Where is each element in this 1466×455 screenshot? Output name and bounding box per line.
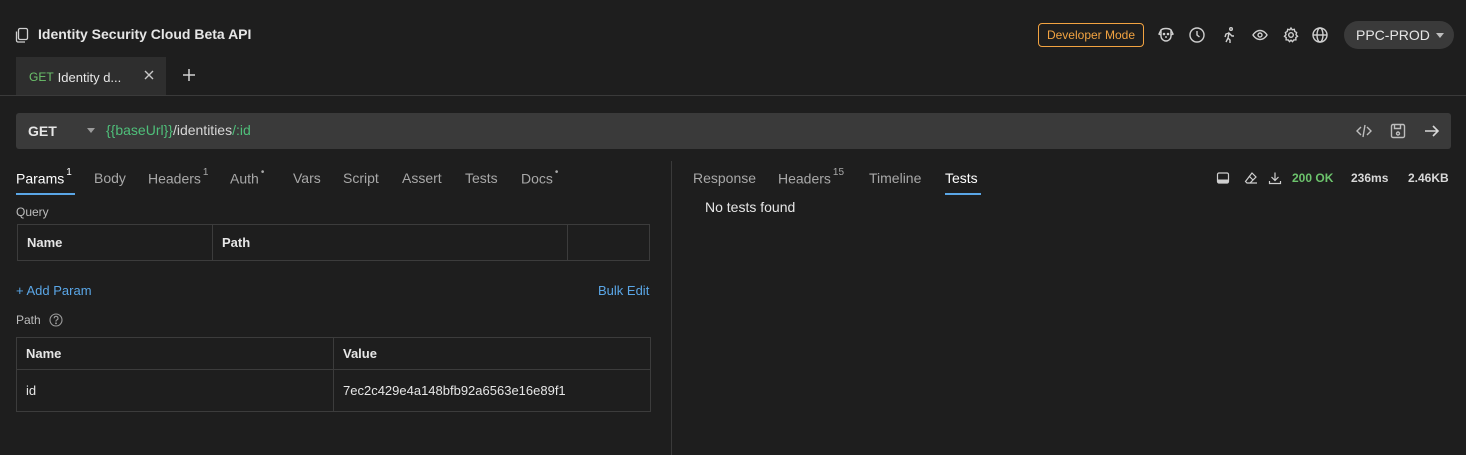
tab-docs[interactable]: Docs •	[521, 167, 559, 187]
tab-timeline[interactable]: Timeline	[869, 170, 921, 186]
tab-method: GET	[29, 70, 54, 84]
column-header: Name	[17, 224, 213, 261]
developer-mode-badge[interactable]: Developer Mode	[1038, 23, 1144, 47]
history-icon[interactable]	[1188, 26, 1206, 44]
environment-name: PPC-PROD	[1356, 27, 1430, 43]
tab-body[interactable]: Body	[94, 170, 126, 186]
tab-tests[interactable]: Tests	[465, 170, 498, 186]
url-path: /identities	[172, 122, 233, 138]
download-icon[interactable]	[1268, 171, 1282, 185]
code-icon[interactable]	[1355, 122, 1373, 140]
column-header	[567, 224, 650, 261]
collection-icon	[14, 27, 30, 43]
empty-tests-message: No tests found	[705, 199, 796, 215]
query-params-table: Name Path	[17, 224, 650, 261]
status-code: 200 OK	[1292, 171, 1334, 185]
tab-script[interactable]: Script	[343, 170, 379, 186]
send-arrow-icon[interactable]	[1423, 122, 1441, 140]
tab-headers[interactable]: Headers 1	[148, 167, 209, 187]
active-tab-underline	[16, 193, 75, 195]
collection-title: Identity Security Cloud Beta API	[38, 26, 252, 42]
path-params-table: Name Value id 7ec2c429e4a148bfb92a6563e1…	[16, 337, 651, 412]
globe-icon[interactable]	[1311, 26, 1329, 44]
tab-docs-label: Docs	[521, 170, 553, 187]
eye-icon[interactable]	[1251, 26, 1269, 44]
add-param-button[interactable]: + Add Param	[16, 283, 92, 298]
auth-dot: •	[260, 167, 265, 178]
headers-count: 1	[202, 167, 209, 178]
bulk-edit-button[interactable]: Bulk Edit	[598, 283, 649, 298]
response-headers-count: 15	[832, 167, 845, 178]
new-tab-plus-icon[interactable]	[181, 67, 197, 83]
response-size: 2.46KB	[1408, 171, 1449, 185]
tab-headers-label: Headers	[148, 170, 201, 187]
gear-icon[interactable]	[1282, 26, 1300, 44]
path-section-label: Path	[16, 313, 41, 327]
url-path-param: /:id	[232, 122, 251, 138]
eraser-icon[interactable]	[1244, 171, 1258, 185]
column-header: Name	[16, 337, 334, 370]
tab-auth[interactable]: Auth •	[230, 167, 265, 187]
save-icon[interactable]	[1389, 122, 1407, 140]
tab-name: Identity d...	[57, 69, 122, 85]
tab-params[interactable]: Params 1	[16, 167, 72, 187]
column-header: Path	[212, 224, 568, 261]
tab-response-headers[interactable]: Headers 15	[778, 167, 845, 187]
tab-response-headers-label: Headers	[778, 170, 831, 187]
query-section-label: Query	[16, 205, 49, 219]
chevron-down-icon[interactable]	[87, 128, 95, 133]
environment-select[interactable]: PPC-PROD	[1344, 21, 1454, 49]
column-header: Value	[333, 337, 651, 370]
close-icon[interactable]	[142, 68, 156, 82]
layout-toggle-icon[interactable]	[1216, 171, 1230, 185]
tab-assert[interactable]: Assert	[402, 170, 442, 186]
path-param-value[interactable]: 7ec2c429e4a148bfb92a6563e16e89f1	[333, 369, 651, 412]
url-variable: {{baseUrl}}	[106, 122, 173, 138]
params-count: 1	[66, 167, 72, 178]
pane-splitter[interactable]	[671, 161, 672, 455]
chevron-down-icon	[1436, 33, 1444, 38]
tab-params-label: Params	[16, 170, 65, 187]
dog-icon[interactable]	[1157, 26, 1175, 44]
tab-response[interactable]: Response	[693, 170, 756, 186]
tab-divider	[0, 95, 1466, 96]
active-tab-underline	[945, 193, 981, 195]
tab-response-tests[interactable]: Tests	[945, 170, 978, 186]
url-input[interactable]: {{baseUrl}}/identities/:id	[106, 122, 251, 138]
runner-icon[interactable]	[1220, 26, 1238, 44]
path-param-name[interactable]: id	[16, 369, 334, 412]
tab-vars[interactable]: Vars	[293, 170, 321, 186]
method-select[interactable]: GET	[28, 123, 57, 139]
help-icon[interactable]	[49, 313, 63, 327]
response-time: 236ms	[1351, 171, 1389, 185]
table-row: id 7ec2c429e4a148bfb92a6563e16e89f1	[16, 369, 651, 412]
docs-dot: •	[554, 167, 559, 178]
tab-auth-label: Auth	[230, 170, 259, 187]
